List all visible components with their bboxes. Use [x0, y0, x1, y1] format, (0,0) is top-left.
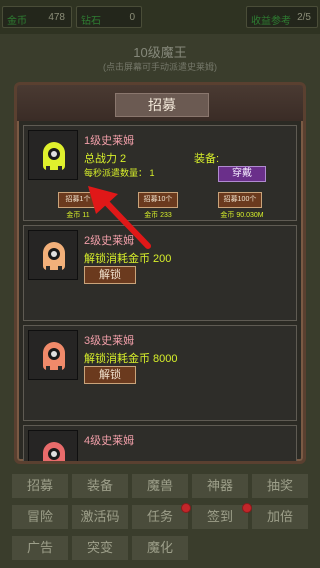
menu-task-button[interactable]: 任务 [132, 505, 188, 529]
income-label: 收益参考 [251, 16, 291, 27]
slime-icon [43, 242, 65, 270]
recruit-panel: 招募 1级史莱姆 总战力 2 每秒派遣数量： 1 装备: 穿戴 招募1个 金币 … [14, 82, 306, 464]
unlock-cost: 解锁消耗金币 8000 [84, 353, 178, 365]
recruit-100-button[interactable]: 招募100个 [218, 192, 262, 208]
income-stat: 收益参考 2/5 [246, 6, 318, 28]
menu-lottery-button[interactable]: 抽奖 [252, 474, 308, 498]
menu-ad-button[interactable]: 广告 [12, 536, 68, 560]
menu-artifact-button[interactable]: 神器 [192, 474, 248, 498]
task-notification-dot-icon [181, 503, 191, 513]
slime-card-2: 2级史莱姆 解锁消耗金币 200 解锁 [23, 225, 297, 321]
menu-equip-button[interactable]: 装备 [72, 474, 128, 498]
equip-label: 装备: [194, 153, 220, 165]
slime-icon [43, 342, 65, 370]
total-power: 总战力 2 [84, 153, 127, 165]
gold-stat: 金币 478 [2, 6, 72, 28]
unlock-button[interactable]: 解锁 [84, 366, 136, 384]
income-value: 2/5 [297, 12, 311, 23]
diamond-stat: 钻石 0 [76, 6, 142, 28]
panel-title: 招募 [115, 93, 209, 117]
menu-redeem-code-button[interactable]: 激活码 [72, 505, 128, 529]
menu-double-button[interactable]: 加倍 [252, 505, 308, 529]
gold-value: 478 [48, 12, 65, 23]
slime-card-1: 1级史莱姆 总战力 2 每秒派遣数量： 1 装备: 穿戴 招募1个 金币 11 … [23, 125, 297, 221]
slime-card-4: 4级史莱姆 [23, 425, 297, 461]
menu-adventure-button[interactable]: 冒险 [12, 505, 68, 529]
equip-button[interactable]: 穿戴 [218, 166, 266, 182]
avatar [28, 330, 78, 380]
slime-icon [43, 442, 65, 461]
unlock-button[interactable]: 解锁 [84, 266, 136, 284]
panel-header: 招募 [17, 85, 303, 121]
stage-title: 10级魔王 [133, 45, 187, 60]
menu-sign-in-button[interactable]: 签到 [192, 505, 248, 529]
recruit-100-cost: 金币 90.030M [220, 212, 264, 219]
diamond-label: 钻石 [81, 16, 101, 27]
avatar [28, 130, 78, 180]
avatar [28, 430, 78, 461]
menu-demonize-button[interactable]: 魔化 [132, 536, 188, 560]
menu-mutate-button[interactable]: 突变 [72, 536, 128, 560]
slime-name: 3级史莱姆 [84, 335, 135, 347]
gold-label: 金币 [7, 16, 27, 27]
diamond-value: 0 [129, 12, 135, 23]
tutorial-arrow-icon [88, 186, 151, 249]
sign-in-notification-dot-icon [242, 503, 252, 513]
top-status-bar: 金币 478 钻石 0 收益参考 2/5 [0, 0, 320, 34]
stage-subtitle: (点击屏幕可手动派遣史莱姆) [103, 62, 217, 72]
slime-card-3: 3级史莱姆 解锁消耗金币 8000 解锁 [23, 325, 297, 421]
slime-icon [43, 142, 65, 170]
slime-name: 4级史莱姆 [84, 435, 135, 447]
slime-name: 1级史莱姆 [84, 135, 135, 147]
menu-recruit-button[interactable]: 招募 [12, 474, 68, 498]
menu-beast-button[interactable]: 魔兽 [132, 474, 188, 498]
avatar [28, 230, 78, 280]
dispatch-rate: 每秒派遣数量： 1 [84, 168, 155, 178]
